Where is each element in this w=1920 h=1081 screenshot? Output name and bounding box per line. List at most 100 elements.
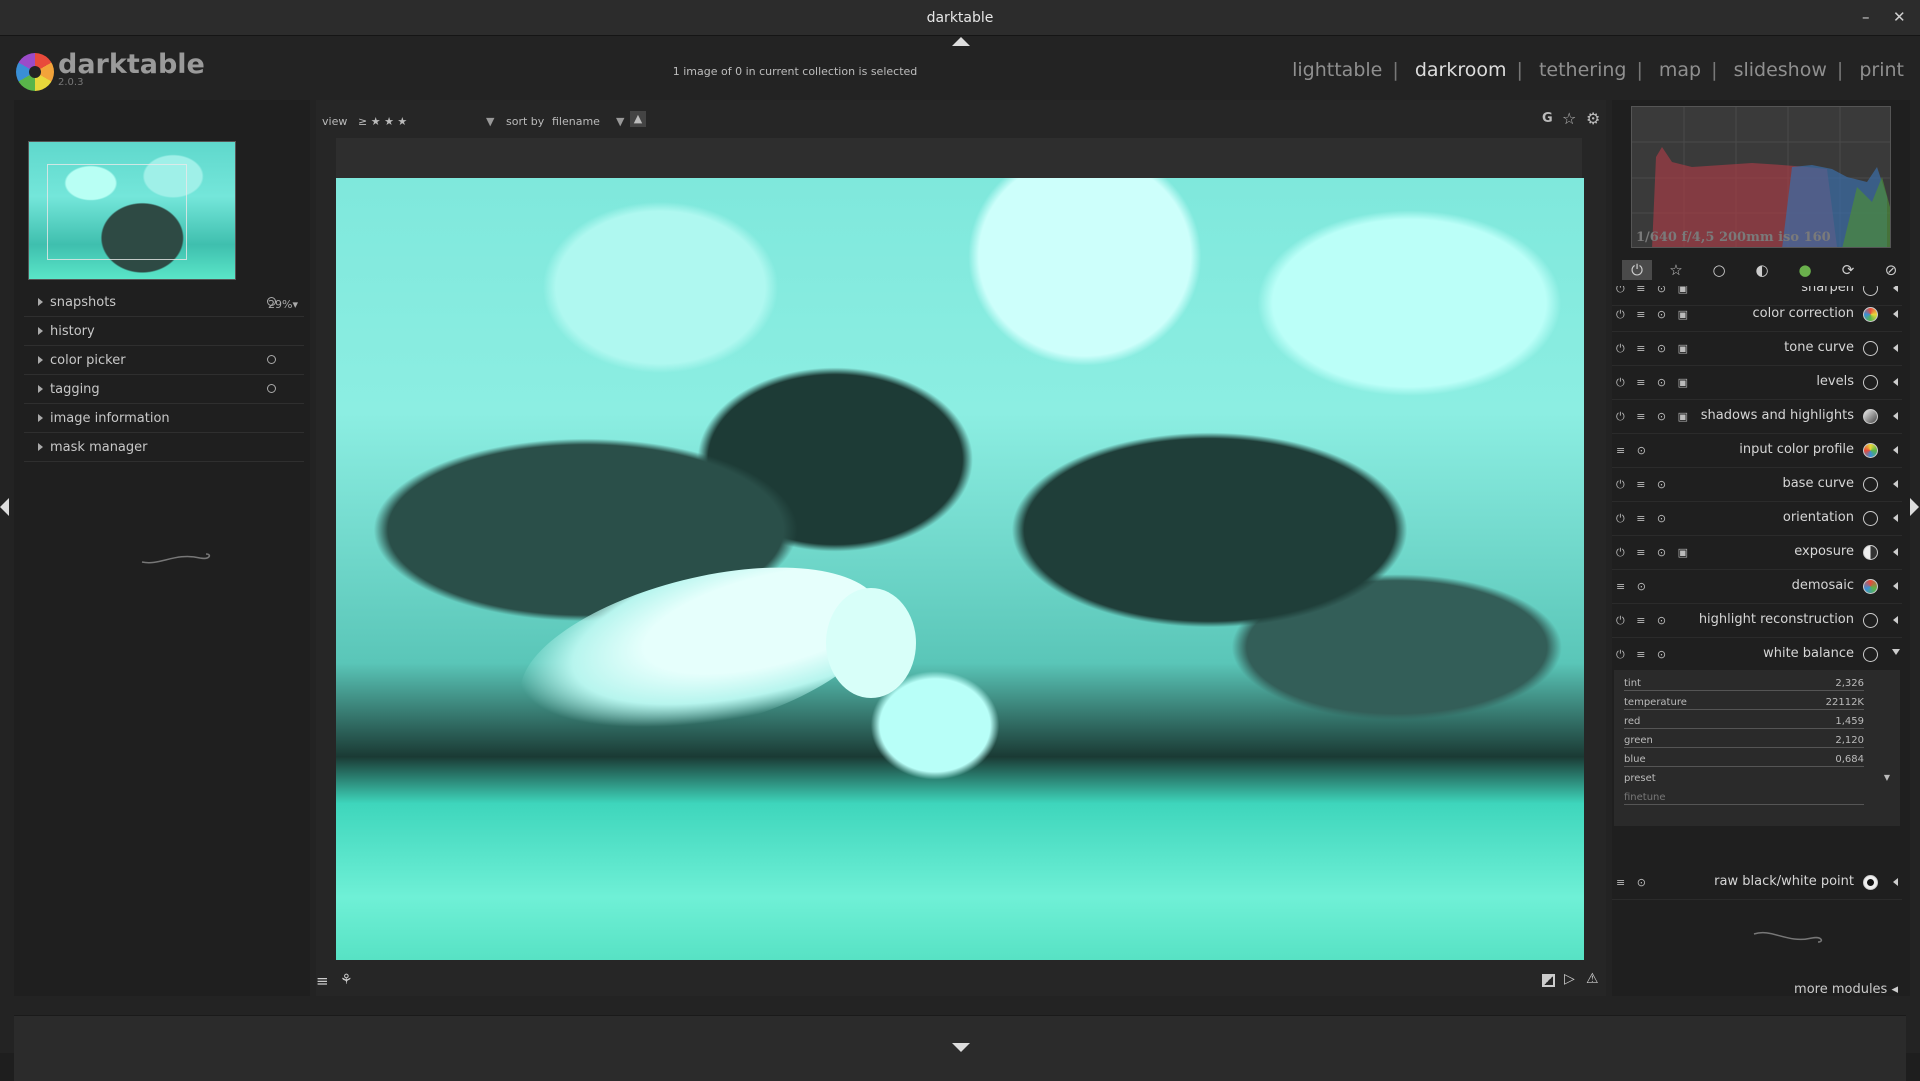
expand-arrow-icon[interactable] xyxy=(1893,344,1898,352)
module-controls[interactable]: ⏻ ≡ ⊙ ▣ xyxy=(1616,342,1692,356)
basic-group-tab-icon[interactable]: ○ xyxy=(1709,260,1729,280)
module-controls[interactable]: ⏻ ≡ ⊙ ▣ xyxy=(1616,308,1692,322)
module-snapshots[interactable]: snapshots xyxy=(24,288,304,317)
module-mask-manager[interactable]: mask manager xyxy=(24,433,304,462)
sort-direction-button[interactable]: ▲ xyxy=(630,111,646,127)
top-panel-toggle-icon[interactable] xyxy=(952,37,970,46)
reset-icon[interactable] xyxy=(267,297,276,306)
expand-arrow-icon[interactable] xyxy=(1893,412,1898,420)
module-controls[interactable]: ≡ ⊙ xyxy=(1616,444,1650,457)
blue-slider[interactable]: blue 0,684 xyxy=(1624,754,1864,772)
module-white-balance[interactable]: ⏻ ≡ ⊙ white balance xyxy=(1612,638,1902,672)
module-image-information[interactable]: image information xyxy=(24,404,304,433)
expand-arrow-icon[interactable] xyxy=(1893,616,1898,624)
left-panel-toggle-icon[interactable] xyxy=(0,498,9,516)
module-color-correction[interactable]: ⏻ ≡ ⊙ ▣ color correction xyxy=(1612,298,1902,332)
module-highlight-reconstruction[interactable]: ⏻ ≡ ⊙ highlight reconstruction xyxy=(1612,604,1902,638)
red-slider[interactable]: red 1,459 xyxy=(1624,716,1864,734)
expand-arrow-icon[interactable] xyxy=(1893,446,1898,454)
slider-track[interactable] xyxy=(1624,804,1864,805)
expand-arrow-icon[interactable] xyxy=(1893,878,1898,886)
correction-group-tab-icon[interactable]: ⟳ xyxy=(1838,260,1858,280)
right-panel-toggle-icon[interactable] xyxy=(1910,498,1919,516)
module-demosaic[interactable]: ≡ ⊙ demosaic xyxy=(1612,570,1902,604)
module-tagging[interactable]: tagging xyxy=(24,375,304,404)
color-group-tab-icon[interactable]: ● xyxy=(1795,260,1815,280)
module-controls[interactable]: ≡ ⊙ xyxy=(1616,580,1650,593)
tone-group-tab-icon[interactable]: ◐ xyxy=(1752,260,1772,280)
favorites-tab-icon[interactable]: ☆ xyxy=(1666,260,1686,280)
slider-track[interactable] xyxy=(1624,747,1864,748)
module-controls[interactable]: ⏻ ≡ ⊙ xyxy=(1616,512,1670,526)
temperature-slider[interactable]: temperature 22112K xyxy=(1624,697,1864,715)
expand-arrow-icon[interactable] xyxy=(1893,548,1898,556)
expand-arrow-icon[interactable] xyxy=(1893,582,1898,590)
module-history[interactable]: history xyxy=(24,317,304,346)
module-shadows-and-highlights[interactable]: ⏻ ≡ ⊙ ▣ shadows and highlights xyxy=(1612,400,1902,434)
module-raw-black-white-point[interactable]: ≡ ⊙ raw black/white point xyxy=(1612,866,1902,900)
over-exposed-toggle-icon[interactable] xyxy=(1542,974,1555,987)
view-darkroom[interactable]: darkroom xyxy=(1415,59,1507,81)
slider-track[interactable] xyxy=(1624,709,1864,710)
module-input-color-profile[interactable]: ≡ ⊙ input color profile xyxy=(1612,434,1902,468)
preset-dropdown[interactable]: preset ▼ xyxy=(1624,773,1890,791)
sort-dropdown-icon[interactable]: ▼ xyxy=(616,115,624,128)
tint-slider[interactable]: tint 2,326 xyxy=(1624,678,1864,696)
close-button[interactable]: ✕ xyxy=(1893,8,1906,26)
more-modules-button[interactable]: more modules ◂ xyxy=(1794,982,1898,997)
module-controls[interactable]: ⏻ ≡ ⊙ ▣ xyxy=(1616,376,1692,390)
collapse-arrow-icon[interactable] xyxy=(1892,649,1900,655)
edited-photo[interactable] xyxy=(336,178,1584,960)
expand-arrow-icon[interactable] xyxy=(1893,480,1898,488)
title-bar: darktable – ✕ xyxy=(0,0,1920,46)
expand-arrow-icon[interactable] xyxy=(1893,514,1898,522)
green-slider[interactable]: green 2,120 xyxy=(1624,735,1864,753)
gamut-check-icon[interactable]: ⚠ xyxy=(1586,971,1599,987)
minimize-button[interactable]: – xyxy=(1862,8,1870,26)
view-slideshow[interactable]: slideshow xyxy=(1734,59,1827,81)
finetune-slider[interactable]: finetune xyxy=(1624,792,1864,810)
module-controls[interactable]: ⏻ ≡ ⊙ ▣ xyxy=(1616,546,1692,560)
reset-icon[interactable] xyxy=(267,355,276,364)
module-tone-curve[interactable]: ⏻ ≡ ⊙ ▣ tone curve xyxy=(1612,332,1902,366)
module-base-curve[interactable]: ⏻ ≡ ⊙ base curve xyxy=(1612,468,1902,502)
softproof-icon[interactable]: ▷ xyxy=(1564,971,1575,987)
slider-track[interactable] xyxy=(1624,728,1864,729)
dropdown-arrow-icon[interactable]: ▼ xyxy=(1884,773,1890,782)
expand-arrow-icon[interactable] xyxy=(1893,310,1898,318)
view-map[interactable]: map xyxy=(1659,59,1701,81)
view-lighttable[interactable]: lighttable xyxy=(1292,59,1382,81)
navigation-viewport-box[interactable] xyxy=(47,164,187,260)
star-overlay-icon[interactable]: ☆ xyxy=(1562,109,1576,128)
expand-arrow-icon[interactable] xyxy=(1893,286,1898,292)
active-modules-tab-icon[interactable]: ⏻ xyxy=(1622,260,1652,280)
module-controls[interactable]: ⏻ ≡ ⊙ ▣ xyxy=(1616,410,1692,424)
grouping-button[interactable]: G xyxy=(1542,111,1553,126)
sort-value[interactable]: filename xyxy=(552,115,600,128)
histogram[interactable]: 1/640 f/4,5 200mm iso 160 xyxy=(1631,106,1891,248)
white-balance-panel: tint 2,326 temperature 22112K red 1,459 gre… xyxy=(1614,670,1900,826)
preferences-gear-icon[interactable]: ⚙ xyxy=(1586,109,1600,128)
module-exposure[interactable]: ⏻ ≡ ⊙ ▣ exposure xyxy=(1612,536,1902,570)
rating-filter[interactable]: ≥ ★ ★ ★ xyxy=(358,115,407,128)
module-controls[interactable]: ⏻ ≡ ⊙ xyxy=(1616,478,1670,492)
module-color-picker[interactable]: color picker xyxy=(24,346,304,375)
module-controls[interactable]: ≡ ⊙ xyxy=(1616,876,1650,889)
slider-track[interactable] xyxy=(1624,766,1864,767)
module-controls[interactable]: ⏻ ≡ ⊙ xyxy=(1616,614,1670,628)
module-levels[interactable]: ⏻ ≡ ⊙ ▣ levels xyxy=(1612,366,1902,400)
effects-group-tab-icon[interactable]: ⊘ xyxy=(1881,260,1901,280)
view-tethering[interactable]: tethering xyxy=(1539,59,1627,81)
quick-access-menu-icon[interactable]: ≡ xyxy=(316,972,329,990)
module-orientation[interactable]: ⏻ ≡ ⊙ orientation xyxy=(1612,502,1902,536)
styles-icon[interactable]: ⚘ xyxy=(340,972,353,988)
module-controls[interactable]: ⏻ ≡ ⊙ xyxy=(1616,648,1670,662)
expand-arrow-icon[interactable] xyxy=(1893,378,1898,386)
navigation-thumbnail[interactable] xyxy=(28,141,236,280)
module-controls[interactable]: ⏻ ≡ ⊙ ▣ xyxy=(1616,286,1692,296)
rating-dropdown-icon[interactable]: ▼ xyxy=(486,115,494,128)
bottom-panel-toggle-icon[interactable] xyxy=(952,1043,970,1052)
view-print[interactable]: print xyxy=(1859,59,1904,81)
reset-icon[interactable] xyxy=(267,384,276,393)
slider-track[interactable] xyxy=(1624,690,1864,691)
